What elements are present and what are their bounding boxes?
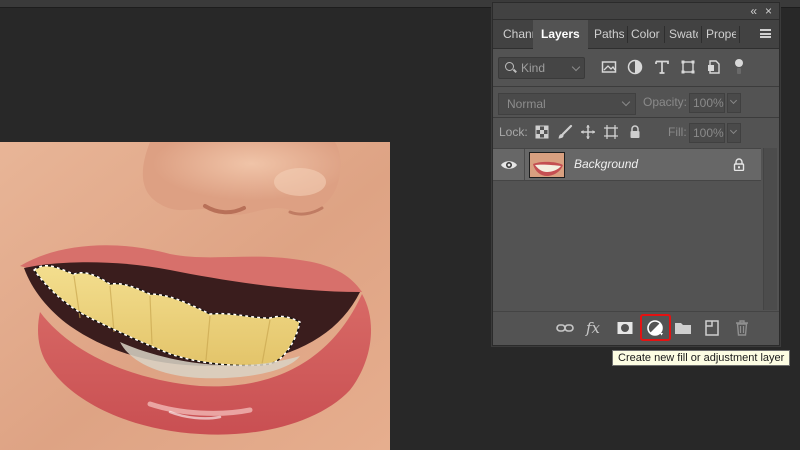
lock-transparent-pixels-icon[interactable] xyxy=(534,124,550,140)
type-filter-icon[interactable] xyxy=(653,58,671,76)
filter-kind-select[interactable]: Kind xyxy=(498,57,585,79)
delete-layer-icon[interactable] xyxy=(732,318,752,338)
fill-label: Fill: xyxy=(668,125,687,139)
layer-name[interactable]: Background xyxy=(574,157,638,171)
visibility-eye-icon[interactable] xyxy=(500,158,518,172)
layer-lock-icon xyxy=(733,158,745,171)
tab-properties[interactable]: Prope xyxy=(706,20,736,49)
document-image[interactable] xyxy=(0,142,390,450)
adjustment-filter-icon[interactable] xyxy=(626,58,644,76)
tab-separator xyxy=(664,26,665,43)
highlight-box xyxy=(640,314,671,341)
collapse-panel-icon[interactable]: « xyxy=(750,4,757,18)
tooltip: Create new fill or adjustment layer xyxy=(612,350,791,366)
tab-separator xyxy=(739,26,740,43)
filter-row: Kind xyxy=(493,50,779,86)
filter-toggle-icon[interactable] xyxy=(730,58,748,76)
layers-bottom-toolbar: fx xyxy=(493,311,779,343)
smart-object-filter-icon[interactable] xyxy=(705,58,723,76)
blend-mode-select[interactable]: Normal xyxy=(498,93,636,115)
search-icon xyxy=(505,62,514,71)
shape-filter-icon[interactable] xyxy=(679,58,697,76)
lock-row: Lock: Fill: 100% xyxy=(493,118,779,148)
tab-paths[interactable]: Paths xyxy=(594,20,624,49)
new-layer-icon[interactable] xyxy=(702,318,722,338)
fill-input[interactable]: 100% xyxy=(689,123,725,143)
lock-artboard-icon[interactable] xyxy=(603,124,619,140)
close-panel-icon[interactable]: × xyxy=(765,4,772,18)
layer-thumbnail xyxy=(529,152,565,178)
blend-row: Normal Opacity: 100% xyxy=(493,87,779,117)
lock-position-icon[interactable] xyxy=(580,124,596,140)
divider xyxy=(524,149,525,180)
chevron-down-icon xyxy=(729,96,738,105)
tab-swatches[interactable]: Swatc xyxy=(669,20,698,49)
link-layers-icon[interactable] xyxy=(555,318,575,338)
image-filter-icon[interactable] xyxy=(600,58,618,76)
layer-row-background[interactable]: Background xyxy=(493,148,761,181)
layers-scrollbar[interactable] xyxy=(763,148,777,310)
panel-menu-icon[interactable] xyxy=(760,29,771,38)
tab-separator xyxy=(701,26,702,43)
chevron-down-icon xyxy=(571,62,581,72)
opacity-label: Opacity: xyxy=(643,95,688,109)
add-mask-icon[interactable] xyxy=(615,318,635,338)
fill-dropdown[interactable] xyxy=(727,123,741,143)
layers-panel: « × Chann Layers Paths Color Swatc Prope… xyxy=(492,2,780,346)
tab-layers[interactable]: Layers xyxy=(533,20,588,50)
fx-icon[interactable]: fx xyxy=(586,318,606,338)
panel-tabs: Chann Layers Paths Color Swatc Prope xyxy=(493,20,779,50)
opacity-input[interactable]: 100% xyxy=(689,93,725,113)
tab-separator xyxy=(627,26,628,43)
tab-channels[interactable]: Chann xyxy=(503,20,533,49)
lock-all-icon[interactable] xyxy=(627,124,643,140)
tab-color[interactable]: Color xyxy=(631,20,661,49)
lock-label: Lock: xyxy=(499,125,528,139)
blend-mode-value: Normal xyxy=(507,97,546,111)
chevron-down-icon xyxy=(621,97,631,107)
chevron-down-icon xyxy=(729,126,738,135)
new-group-icon[interactable] xyxy=(673,318,693,338)
filter-kind-label: Kind xyxy=(521,61,546,75)
lock-image-pixels-icon[interactable] xyxy=(557,124,573,140)
panel-title-bar[interactable]: « × xyxy=(493,3,779,20)
opacity-dropdown[interactable] xyxy=(727,93,741,113)
